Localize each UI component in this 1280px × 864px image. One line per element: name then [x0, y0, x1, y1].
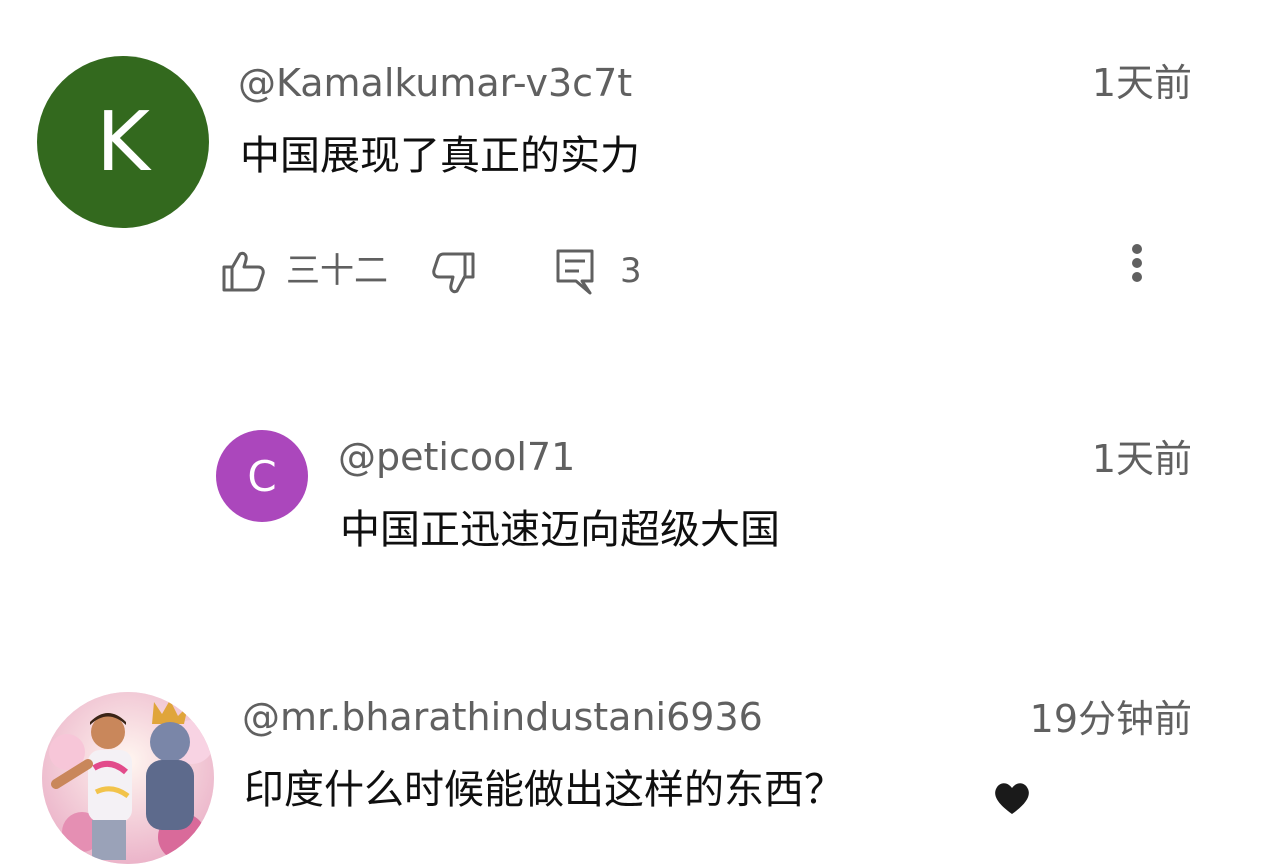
- comment-username[interactable]: @Kamalkumar-v3c7t: [238, 64, 632, 102]
- comment-timestamp: 1天前: [1091, 437, 1192, 481]
- like-button[interactable]: [218, 246, 268, 296]
- avatar[interactable]: C: [216, 430, 308, 522]
- comment-text: 印度什么时候能做出这样的东西？: [244, 767, 844, 813]
- comment-text: 中国正迅速迈向超级大国: [340, 507, 780, 553]
- comment-username[interactable]: @mr.bharathindustani6936: [242, 698, 763, 736]
- more-options-icon: [1132, 244, 1142, 254]
- avatar[interactable]: K: [37, 56, 209, 228]
- comment-username[interactable]: @peticool71: [338, 438, 575, 476]
- reply-button[interactable]: [552, 246, 600, 298]
- dislike-button[interactable]: [425, 248, 479, 298]
- comment-timestamp: 19分钟前: [1029, 697, 1192, 741]
- more-options-dot: [1132, 272, 1142, 282]
- more-options-dot: [1132, 258, 1142, 268]
- like-count: 三十二: [286, 251, 388, 291]
- thumbs-up-icon: [222, 251, 265, 292]
- comment-icon: [556, 249, 594, 295]
- comment-timestamp: 1天前: [1091, 61, 1192, 105]
- avatar-picture: [42, 692, 214, 864]
- heart-icon: [990, 778, 1034, 818]
- reply-count: 3: [620, 251, 642, 291]
- comment-text: 中国展现了真正的实力: [240, 133, 640, 179]
- thumbs-down-icon: [432, 252, 475, 294]
- more-options-button[interactable]: [1115, 240, 1159, 304]
- avatar[interactable]: [42, 692, 214, 864]
